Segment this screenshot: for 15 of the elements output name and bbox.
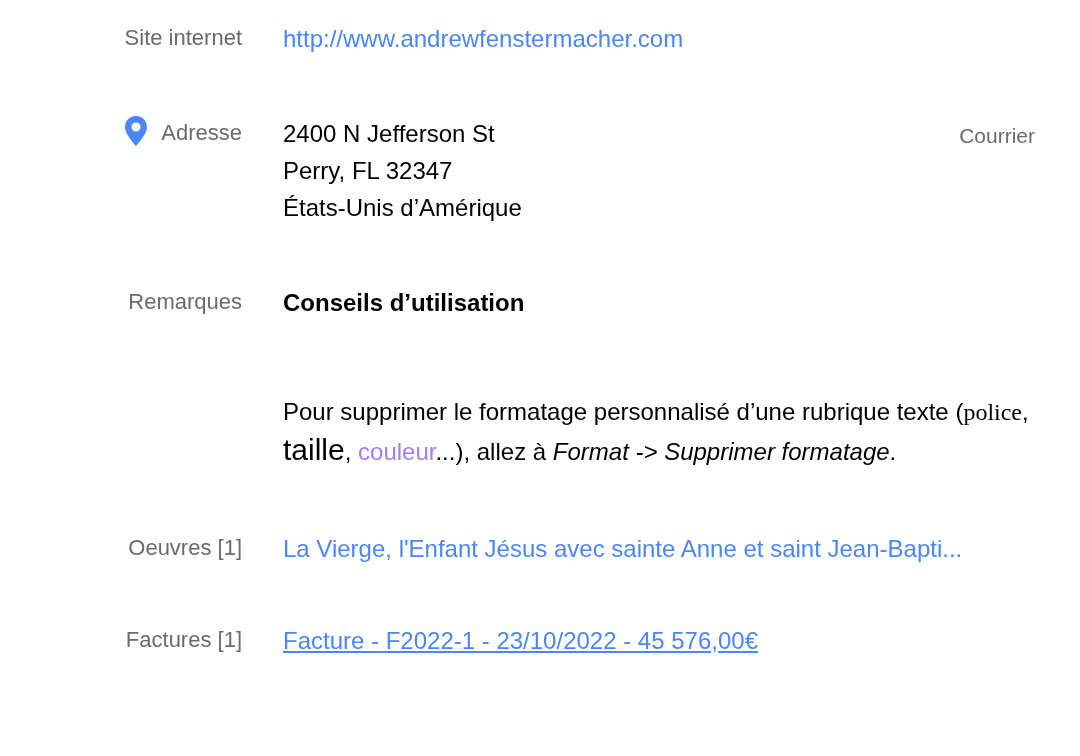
link[interactable]: http://www.andrewfenstermacher.com [283,20,1013,57]
link[interactable]: La Vierge, l'Enfant Jésus avec sainte Anne et saint Jean-Bapti... [283,530,1013,567]
address-type-label: Courrier [959,123,1035,149]
notes-heading: Conseils d’utilisation [283,288,526,318]
address-line: Perry, FL 32347 [283,156,454,186]
notes-paragraph: Pour supprimer le formatage personnalisé d’une rubrique texte (police, taille, couleur...), allez à Format -> Supprimer formatage. [283,397,1030,468]
location-pin-icon [125,116,148,146]
field-label: Factures [1] [125,626,242,654]
address-line: États-Unis d’Amérique [283,193,522,223]
field-label: Oeuvres [1] [128,534,242,562]
invoice-link[interactable]: Facture - F2022-1 - 23/10/2022 - 45 576,00€ [283,622,758,659]
field-label: Adresse [161,119,242,147]
field-label: Site internet [124,24,242,52]
address-line: 2400 N Jefferson St [283,119,496,149]
field-label: Remarques [128,288,242,316]
